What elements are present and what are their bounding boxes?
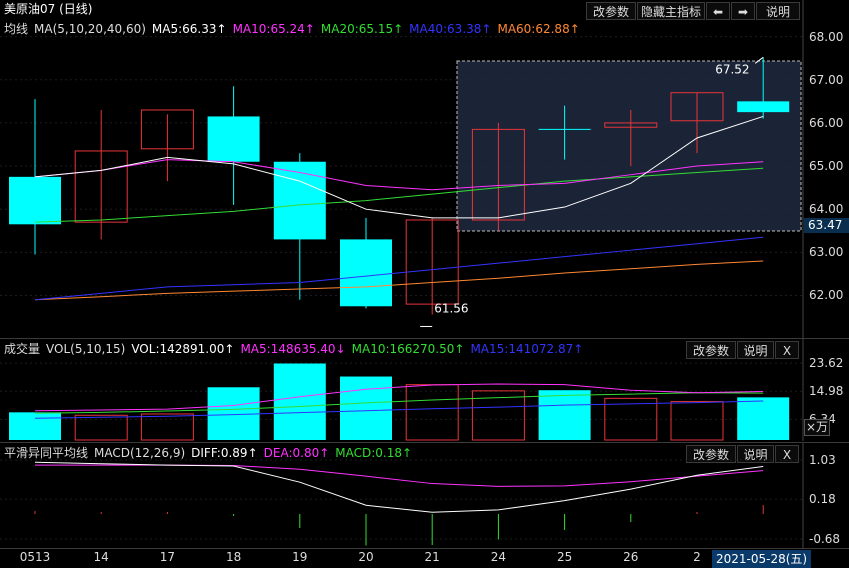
- volume-bar: [273, 363, 326, 440]
- high-price-label: 67.52: [715, 62, 749, 76]
- price-chart-canvas[interactable]: 67.52 61.56: [0, 0, 849, 338]
- date-tick-label: 26: [623, 550, 639, 564]
- date-tick-label: 19: [292, 550, 308, 564]
- volume-bar: [140, 413, 194, 441]
- candle-body: [340, 239, 392, 307]
- dea-line: [35, 464, 764, 487]
- date-tick-label: 17: [159, 550, 176, 564]
- date-tick-label: 18: [225, 550, 242, 564]
- volume-bar: [737, 397, 790, 440]
- date-tick-label: 21: [424, 550, 440, 564]
- candle-body: [737, 101, 790, 113]
- candle-body: [273, 161, 326, 240]
- candle-body: [207, 116, 260, 162]
- volume-bar: [538, 390, 591, 440]
- volume-bar: [9, 412, 61, 440]
- volume-bar: [340, 376, 392, 440]
- macd-chart-canvas[interactable]: [0, 443, 849, 548]
- date-tick-label: 25: [556, 550, 573, 564]
- volume-chart-canvas[interactable]: [0, 339, 849, 441]
- vol-ma5-line: [34, 383, 764, 412]
- ma60-line: [34, 260, 764, 301]
- ma40-line: [34, 236, 764, 301]
- selection-region: [456, 60, 802, 232]
- crosshair-date-box: 2021-05-28(五): [712, 550, 812, 568]
- volume-bar: [670, 401, 724, 441]
- date-tick-label: 24: [490, 550, 507, 564]
- candle-body: [9, 176, 61, 225]
- date-tick-label: 14: [93, 550, 109, 564]
- low-price-label: 61.56: [434, 301, 468, 315]
- diff-line: [34, 461, 764, 513]
- date-tick-label: 0513: [19, 550, 51, 564]
- volume-bar: [405, 384, 459, 441]
- date-tick-label: 20: [358, 550, 374, 564]
- date-tick-label: 2: [693, 550, 701, 564]
